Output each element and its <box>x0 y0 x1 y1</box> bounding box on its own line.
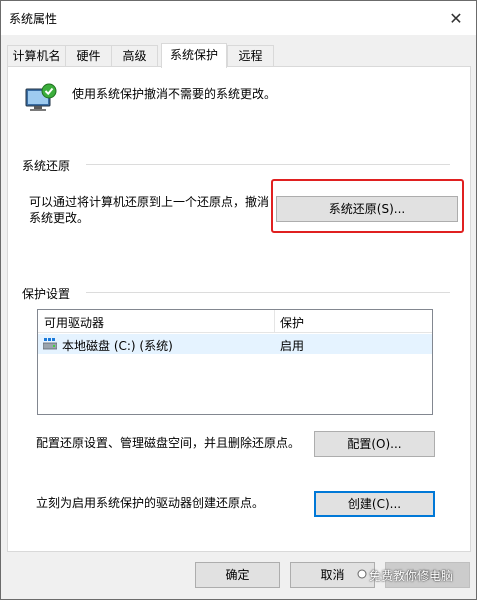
title-bar: 系统属性 ✕ <box>1 1 476 35</box>
column-available-drives[interactable]: 可用驱动器 <box>44 314 104 331</box>
column-separator <box>274 310 275 332</box>
tab-system-protection[interactable]: 系统保护 <box>161 43 227 68</box>
protection-settings-group-label: 保护设置 <box>22 285 77 302</box>
column-protection[interactable]: 保护 <box>280 314 304 331</box>
drive-icon <box>43 338 57 350</box>
drive-list[interactable]: 可用驱动器 保护 本地磁盘 (C:) (系统) 启用 <box>37 309 433 415</box>
table-row[interactable]: 本地磁盘 (C:) (系统) 启用 <box>38 334 432 354</box>
close-button[interactable]: ✕ <box>436 1 476 35</box>
create-button[interactable]: 创建(C)... <box>314 491 435 517</box>
drive-protection-status: 启用 <box>280 339 305 353</box>
system-restore-divider <box>86 164 450 165</box>
system-protection-panel: 使用系统保护撤消不需要的系统更改。 系统还原 可以通过将计算机还原到上一个还原点… <box>7 66 471 552</box>
drive-name: 本地磁盘 (C:) (系统) <box>62 339 173 353</box>
configure-button[interactable]: 配置(O)... <box>314 431 435 457</box>
system-restore-description: 可以通过将计算机还原到上一个还原点，撤消系统更改。 <box>29 195 270 225</box>
system-protection-icon <box>25 83 57 111</box>
tab-hardware[interactable]: 硬件 <box>65 45 112 67</box>
system-properties-window: 系统属性 ✕ 计算机名 硬件 高级 系统保护 远程 使用系统保护撤消不需要的系统… <box>0 0 477 600</box>
create-description: 立刻为启用系统保护的驱动器创建还原点。 <box>36 496 265 510</box>
system-restore-group-label: 系统还原 <box>22 157 77 174</box>
highlight-annotation <box>271 179 464 233</box>
ok-button[interactable]: 确定 <box>195 562 280 588</box>
tab-remote[interactable]: 远程 <box>227 45 274 67</box>
configure-description: 配置还原设置、管理磁盘空间，并且删除还原点。 <box>36 436 301 450</box>
watermark-logo-icon <box>357 569 367 579</box>
tab-computer-name[interactable]: 计算机名 <box>7 45 66 67</box>
watermark-text: 免费教你修电脑 <box>369 569 454 583</box>
protection-settings-divider <box>86 292 450 293</box>
close-icon: ✕ <box>449 8 463 28</box>
window-title: 系统属性 <box>9 12 58 26</box>
tab-advanced[interactable]: 高级 <box>111 45 158 67</box>
intro-text: 使用系统保护撤消不需要的系统更改。 <box>72 87 277 101</box>
drive-list-header: 可用驱动器 保护 <box>38 310 432 333</box>
